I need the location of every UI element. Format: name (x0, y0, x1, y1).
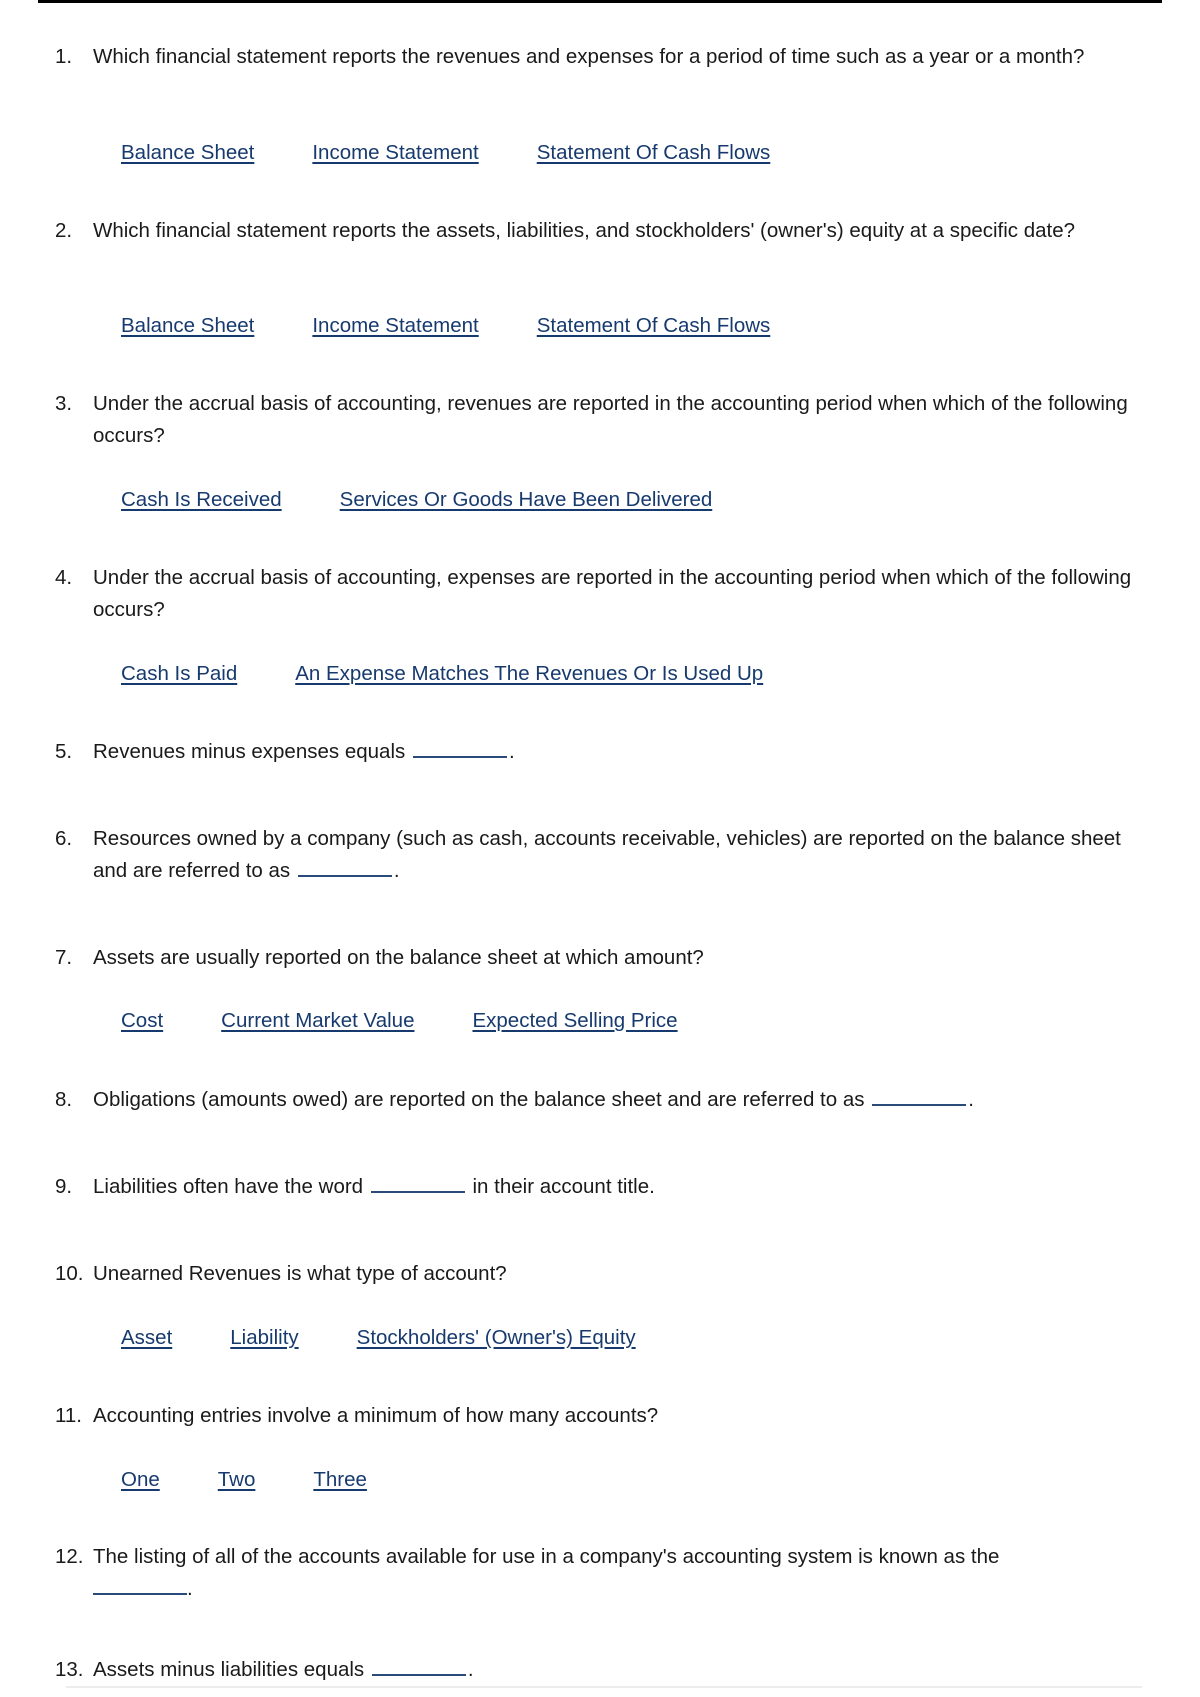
question-text: Which financial statement reports the as… (93, 219, 1076, 242)
question-number: 7. (55, 946, 73, 969)
question-number: 13. (55, 1658, 84, 1681)
option-stockholders-equity[interactable]: Stockholders' (Owner's) Equity (357, 1326, 636, 1349)
question-number: 3. (55, 392, 73, 415)
question-text: Under the accrual basis of accounting, e… (93, 566, 1132, 621)
option-balance-sheet[interactable]: Balance Sheet (121, 314, 254, 337)
question-number: 12. (55, 1545, 84, 1568)
question-text: The listing of all of the accounts avail… (93, 1545, 1000, 1568)
answer-blank[interactable] (297, 874, 392, 877)
option-cash-is-paid[interactable]: Cash Is Paid (121, 662, 237, 685)
question-text-suffix: . (467, 1658, 474, 1681)
question-text: Revenues minus expenses equals (93, 740, 406, 763)
question-text: Which financial statement reports the re… (93, 45, 1085, 68)
question-text: Unearned Revenues is what type of accoun… (93, 1262, 507, 1285)
question-5: 5. Revenues minus expenses equals . (55, 736, 1145, 768)
option-income-statement[interactable]: Income Statement (312, 141, 478, 164)
question-11-options: One Two Three (121, 1466, 425, 1494)
option-expense-matches-revenues[interactable]: An Expense Matches The Revenues Or Is Us… (295, 662, 763, 685)
option-statement-of-cash-flows[interactable]: Statement Of Cash Flows (537, 314, 771, 337)
question-4-options: Cash Is Paid An Expense Matches The Reven… (121, 660, 821, 688)
question-7: 7. Assets are usually reported on the ba… (55, 942, 1145, 974)
question-10: 10. Unearned Revenues is what type of ac… (55, 1258, 1145, 1290)
question-3-options: Cash Is Received Services Or Goods Have B… (121, 486, 770, 514)
option-current-market-value[interactable]: Current Market Value (221, 1009, 414, 1032)
question-text-suffix: . (393, 859, 400, 882)
question-1: 1. Which financial statement reports the… (55, 41, 1145, 73)
question-number: 1. (55, 45, 73, 68)
option-liability[interactable]: Liability (230, 1326, 298, 1349)
option-three[interactable]: Three (313, 1468, 367, 1491)
question-text: Under the accrual basis of accounting, r… (93, 392, 1128, 447)
question-6: 6. Resources owned by a company (such as… (55, 823, 1145, 887)
answer-blank[interactable] (93, 1592, 187, 1595)
question-12: 12. The listing of all of the accounts a… (55, 1541, 1145, 1605)
question-4: 4. Under the accrual basis of accounting… (55, 562, 1145, 626)
question-number: 6. (55, 827, 73, 850)
question-9: 9. Liabilities often have the word in th… (55, 1171, 1145, 1203)
question-number: 9. (55, 1175, 73, 1198)
option-cost[interactable]: Cost (121, 1009, 163, 1032)
answer-blank[interactable] (412, 755, 507, 758)
question-number: 8. (55, 1088, 73, 1111)
top-rule (38, 0, 1162, 3)
bottom-divider (66, 1686, 1142, 1688)
question-13: 13. Assets minus liabilities equals . (55, 1654, 1145, 1686)
question-number: 10. (55, 1262, 84, 1285)
question-11: 11. Accounting entries involve a minimum… (55, 1400, 1145, 1432)
question-1-options: Balance Sheet Income Statement Statement O… (121, 139, 828, 167)
question-number: 2. (55, 219, 73, 242)
question-10-options: Asset Liability Stockholders' (Owner's) Eq… (121, 1324, 694, 1352)
question-text-suffix: . (968, 1088, 974, 1111)
question-2-options: Balance Sheet Income Statement Statement O… (121, 312, 828, 340)
option-one[interactable]: One (121, 1468, 160, 1491)
option-services-or-goods-delivered[interactable]: Services Or Goods Have Been Delivered (340, 488, 713, 511)
question-number: 5. (55, 740, 73, 763)
question-2: 2. Which financial statement reports the… (55, 215, 1145, 247)
question-text: Assets minus liabilities equals (93, 1658, 365, 1681)
answer-blank[interactable] (371, 1673, 466, 1676)
answer-blank[interactable] (872, 1103, 967, 1106)
question-7-options: Cost Current Market Value Expected Selling… (121, 1007, 736, 1035)
option-balance-sheet[interactable]: Balance Sheet (121, 141, 254, 164)
option-statement-of-cash-flows[interactable]: Statement Of Cash Flows (537, 141, 771, 164)
question-number: 11. (55, 1404, 82, 1427)
answer-blank[interactable] (370, 1190, 465, 1193)
question-text-suffix: . (187, 1577, 193, 1600)
question-text-suffix: in their account title. (472, 1175, 655, 1198)
question-text: Accounting entries involve a minimum of … (93, 1404, 659, 1427)
option-asset[interactable]: Asset (121, 1326, 172, 1349)
question-8: 8. Obligations (amounts owed) are report… (55, 1084, 1145, 1116)
question-text: Liabilities often have the word (93, 1175, 364, 1198)
option-income-statement[interactable]: Income Statement (312, 314, 478, 337)
question-text: Resources owned by a company (such as ca… (93, 827, 1121, 882)
question-3: 3. Under the accrual basis of accounting… (55, 388, 1145, 452)
option-cash-is-received[interactable]: Cash Is Received (121, 488, 282, 511)
question-text: Assets are usually reported on the balan… (93, 946, 704, 969)
option-expected-selling-price[interactable]: Expected Selling Price (472, 1009, 677, 1032)
question-text: Obligations (amounts owed) are reported … (93, 1088, 865, 1111)
question-text-suffix: . (508, 740, 515, 763)
question-number: 4. (55, 566, 73, 589)
option-two[interactable]: Two (218, 1468, 256, 1491)
